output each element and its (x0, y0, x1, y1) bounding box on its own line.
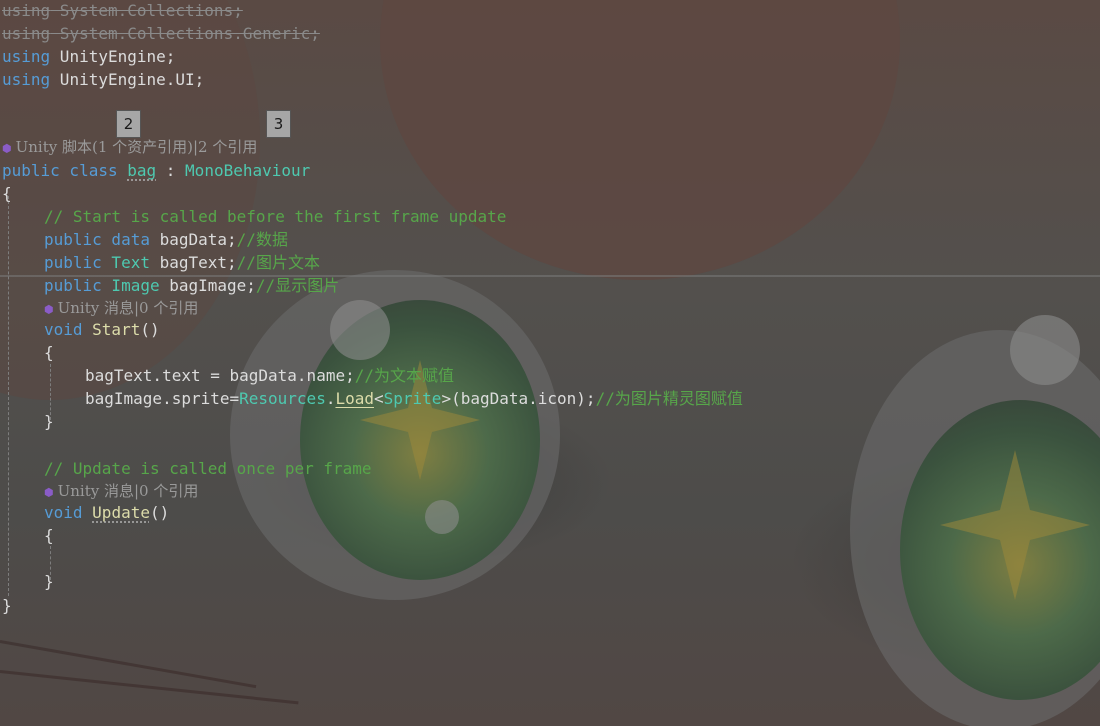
code-line-field-text[interactable]: public Text bagText;//图片文本 (44, 251, 320, 274)
reference-count-tooltip: 3 (266, 110, 291, 138)
code-line-using-ui[interactable]: using UnityEngine.UI; (2, 68, 204, 91)
code-line-assign-text[interactable]: bagText.text = bagData.name;//为文本赋值 (85, 364, 454, 387)
code-line-field-image[interactable]: public Image bagImage;//显示图片 (44, 274, 339, 297)
code-line-using-unityengine[interactable]: using UnityEngine; (2, 45, 175, 68)
code-line-start-declaration[interactable]: void Start() (44, 318, 160, 341)
code-line-brace-close[interactable]: } (2, 594, 12, 617)
code-line-update-brace-open[interactable]: { (44, 524, 54, 547)
indent-guide (8, 196, 9, 596)
codelens-start[interactable]: ⬢ Unity 消息|0 个引用 (44, 297, 198, 320)
code-line-inner-brace-open[interactable]: { (44, 341, 54, 364)
class-name[interactable]: bag (127, 161, 156, 180)
load-method[interactable]: Load (335, 389, 374, 408)
code-line-inner-brace-close[interactable]: } (44, 410, 54, 433)
code-line-assign-sprite[interactable]: bagImage.sprite=Resources.Load<Sprite>(b… (85, 387, 743, 410)
code-line-update-brace-close[interactable]: } (44, 570, 54, 593)
unity-icon: ⬢ (2, 142, 12, 155)
codelens-update[interactable]: ⬢ Unity 消息|0 个引用 (44, 480, 198, 503)
code-line-class-declaration[interactable]: public class bag : MonoBehaviour (2, 159, 310, 182)
reference-count-tooltip: 2 (116, 110, 141, 138)
code-line-using-generic[interactable]: using System.Collections.Generic; (2, 22, 320, 45)
code-line-brace-open[interactable]: { (2, 182, 12, 205)
code-line-using-collections[interactable]: using System.Collections; (2, 0, 243, 22)
code-line-comment-start[interactable]: // Start is called before the first fram… (44, 205, 506, 228)
code-editor[interactable]: using System.Collections; using System.C… (0, 0, 1100, 726)
unity-icon: ⬢ (44, 486, 54, 499)
codelens-class[interactable]: ⬢ Unity 脚本(1 个资产引用)|2 个引用 (2, 136, 257, 159)
code-line-comment-update[interactable]: // Update is called once per frame (44, 457, 372, 480)
code-line-field-data[interactable]: public data bagData;//数据 (44, 228, 288, 251)
unity-icon: ⬢ (44, 303, 54, 316)
code-line-update-declaration[interactable]: void Update() (44, 501, 169, 524)
